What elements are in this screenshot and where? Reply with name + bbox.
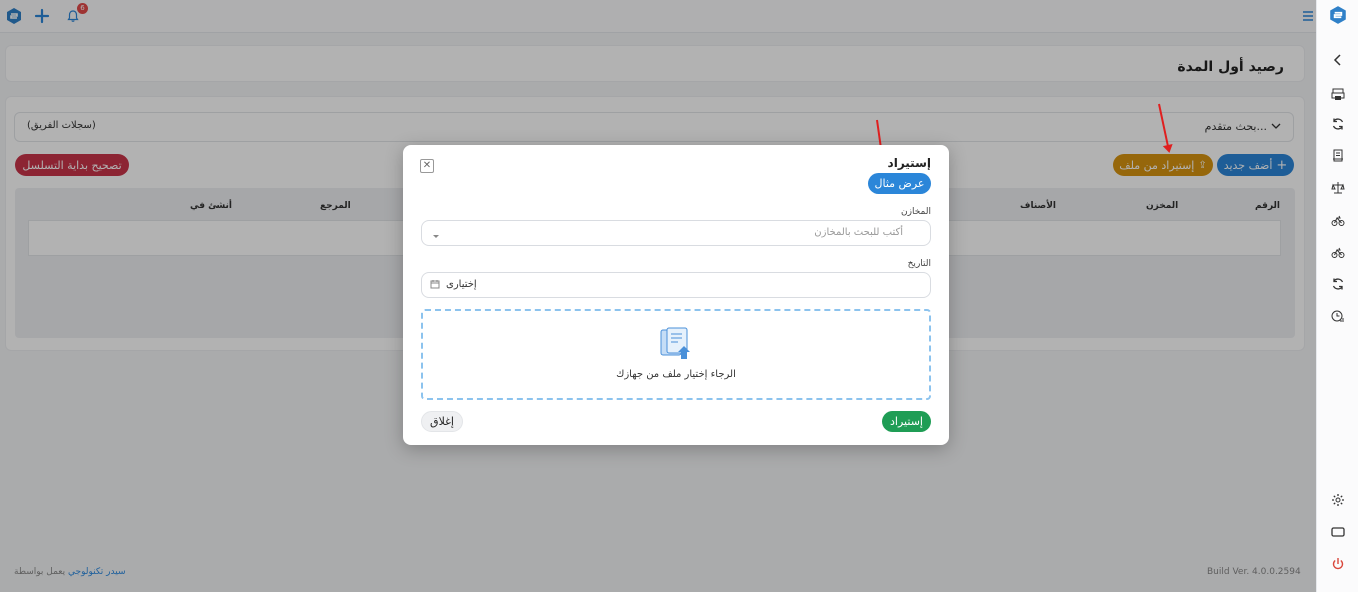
chart-clock-icon[interactable]	[1328, 306, 1348, 326]
window-icon[interactable]	[1328, 522, 1348, 542]
app-root: 6 رصيد أول المدة بحث متقدم... (سجلات الف…	[0, 0, 1358, 592]
gear-icon[interactable]	[1328, 490, 1348, 510]
drop-zone-text: الرجاء إختيار ملف من جهازك	[616, 369, 736, 380]
power-icon[interactable]	[1328, 554, 1348, 574]
printer-icon[interactable]	[1328, 84, 1348, 104]
refresh-icon[interactable]	[1328, 114, 1348, 134]
scale-icon[interactable]	[1328, 178, 1348, 198]
caret-down-icon	[432, 230, 440, 243]
date-input[interactable]: إختيارى	[421, 272, 931, 298]
import-label: إستيراد	[890, 415, 923, 428]
warehouses-select[interactable]: أكتب للبحث بالمخازن	[421, 220, 931, 246]
close-button[interactable]: إغلاق	[421, 411, 463, 432]
right-sidebar	[1316, 0, 1358, 592]
file-upload-icon	[658, 326, 694, 365]
close-label: إغلاق	[430, 415, 454, 428]
warehouses-label: المخازن	[901, 207, 931, 217]
import-button[interactable]: إستيراد	[882, 411, 931, 432]
modal-title: إستيراد	[887, 156, 931, 170]
bicycle-icon[interactable]	[1328, 210, 1348, 230]
receipt-icon[interactable]	[1328, 146, 1348, 166]
import-modal: إستيراد ✕ عرض مثال المخازن أكتب للبحث با…	[403, 145, 949, 445]
date-placeholder: إختيارى	[446, 279, 477, 290]
show-example-button[interactable]: عرض مثال	[868, 173, 931, 194]
date-label: التاريخ	[907, 259, 931, 269]
logo-icon[interactable]	[1328, 5, 1348, 25]
calendar-icon	[430, 279, 440, 292]
show-example-label: عرض مثال	[874, 177, 925, 190]
bicycle-icon[interactable]	[1328, 242, 1348, 262]
refresh-icon[interactable]	[1328, 274, 1348, 294]
chevron-left-icon[interactable]	[1328, 50, 1348, 70]
close-icon[interactable]: ✕	[420, 159, 434, 173]
warehouses-placeholder: أكتب للبحث بالمخازن	[814, 227, 903, 238]
file-drop-zone[interactable]: الرجاء إختيار ملف من جهازك	[421, 309, 931, 400]
